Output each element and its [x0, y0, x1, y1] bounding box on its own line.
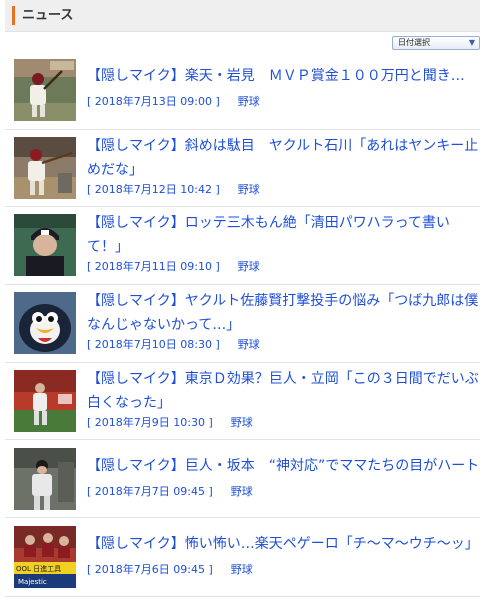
news-headline-link[interactable]: 【隠しマイク】怖い怖い…楽天ペゲーロ「チ～マ～ウチ～ッ」 [87, 532, 480, 556]
news-thumbnail[interactable] [14, 370, 76, 432]
news-item[interactable]: 【隠しマイク】東京Ｄ効果？巨人・立岡「この３日間でだいぶ白くなった」 [ 201… [5, 363, 480, 440]
news-headline-link[interactable]: 【隠しマイク】ロッテ三木もん絶「清田パワハラって書いて！」 [87, 211, 480, 259]
news-meta: [ 2018年7月12日 10:42 ] 野球 [87, 181, 260, 197]
dugout-ad-photo-icon: OOL 日進工具 Majestic [14, 526, 76, 588]
news-meta: [ 2018年7月7日 09:45 ] 野球 [87, 483, 253, 499]
news-thumbnail[interactable] [14, 448, 76, 510]
news-item[interactable]: 【隠しマイク】ロッテ三木もん絶「清田パワハラって書いて！」 [ 2018年7月1… [5, 207, 480, 285]
news-item[interactable]: 【隠しマイク】楽天・岩見 ＭＶＰ賞金１００万円と聞き… [ 2018年7月13日… [5, 52, 480, 130]
news-item[interactable]: 【隠しマイク】ヤクルト佐藤賢打撃投手の悩み「つば九郎は僕なんじゃないかって…」 … [5, 285, 480, 363]
news-item[interactable]: 【隠しマイク】斜めは駄目 ヤクルト石川「あれはヤンキー止めだな」 [ 2018年… [5, 130, 480, 207]
news-date: [ 2018年7月9日 10:30 ] [87, 416, 213, 429]
news-thumbnail[interactable] [14, 214, 76, 276]
news-item[interactable]: OOL 日進工具 Majestic 【隠しマイク】怖い怖い…楽天ペゲーロ「チ～マ… [5, 518, 480, 597]
tsubakuro-mascot-photo-icon [14, 292, 76, 354]
fielder-photo-icon [14, 370, 76, 432]
marines-player-photo-icon [14, 214, 76, 276]
news-category-link[interactable]: 野球 [238, 260, 260, 273]
news-thumbnail[interactable] [14, 59, 76, 121]
news-date: [ 2018年7月11日 09:10 ] [87, 260, 220, 273]
news-category-link[interactable]: 野球 [231, 416, 253, 429]
news-category-link[interactable]: 野球 [238, 338, 260, 351]
news-thumbnail[interactable] [14, 137, 76, 199]
news-thumbnail[interactable] [14, 292, 76, 354]
news-date: [ 2018年7月7日 09:45 ] [87, 485, 213, 498]
date-select-label: 日付選択 [398, 38, 430, 47]
ad-text-1: OOL 日進工具 [16, 564, 61, 573]
news-item[interactable]: 【隠しマイク】巨人・坂本 “神対応”でママたちの目がハート [ 2018年7月7… [5, 440, 480, 518]
news-date: [ 2018年7月12日 10:42 ] [87, 183, 220, 196]
section-header: ニュース [5, 0, 480, 32]
news-headline-link[interactable]: 【隠しマイク】ヤクルト佐藤賢打撃投手の悩み「つば九郎は僕なんじゃないかって…」 [87, 289, 480, 337]
news-headline-link[interactable]: 【隠しマイク】斜めは駄目 ヤクルト石川「あれはヤンキー止めだな」 [87, 134, 480, 182]
news-thumbnail[interactable]: OOL 日進工具 Majestic [14, 526, 76, 588]
rakuten-batter-photo-icon [14, 59, 76, 121]
news-date: [ 2018年7月13日 09:00 ] [87, 95, 220, 108]
news-date: [ 2018年7月10日 08:30 ] [87, 338, 220, 351]
news-headline-link[interactable]: 【隠しマイク】楽天・岩見 ＭＶＰ賞金１００万円と聞き… [87, 64, 480, 88]
swinging-batter-photo-icon [14, 137, 76, 199]
chevron-down-icon: ▼ [468, 38, 475, 47]
news-category-link[interactable]: 野球 [238, 95, 260, 108]
news-category-link[interactable]: 野球 [231, 485, 253, 498]
news-meta: [ 2018年7月11日 09:10 ] 野球 [87, 258, 260, 274]
section-title: ニュース [22, 8, 74, 23]
news-meta: [ 2018年7月6日 09:45 ] 野球 [87, 561, 253, 577]
news-meta: [ 2018年7月10日 08:30 ] 野球 [87, 336, 260, 352]
news-meta: [ 2018年7月9日 10:30 ] 野球 [87, 414, 253, 430]
news-meta: [ 2018年7月13日 09:00 ] 野球 [87, 93, 260, 109]
news-category-link[interactable]: 野球 [231, 563, 253, 576]
news-category-link[interactable]: 野球 [238, 183, 260, 196]
date-select-dropdown[interactable]: 日付選択 ▼ [392, 36, 480, 50]
news-date: [ 2018年7月6日 09:45 ] [87, 563, 213, 576]
giants-player-photo-icon [14, 448, 76, 510]
news-headline-link[interactable]: 【隠しマイク】巨人・坂本 “神対応”でママたちの目がハート [87, 454, 480, 478]
header-accent-bar [12, 6, 15, 25]
news-headline-link[interactable]: 【隠しマイク】東京Ｄ効果？巨人・立岡「この３日間でだいぶ白くなった」 [87, 367, 480, 415]
ad-text-2: Majestic [18, 578, 47, 586]
